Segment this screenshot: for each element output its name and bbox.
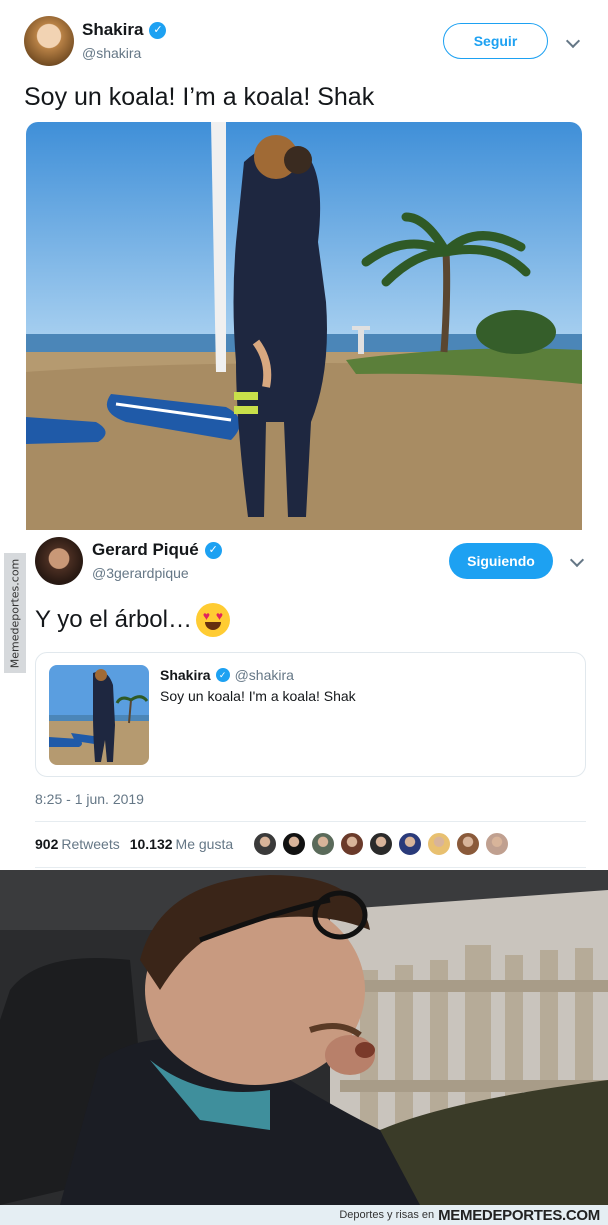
footer-brand[interactable]: MEMEDEPORTES.COM <box>438 1207 600 1224</box>
watermark-text: Memedeportes.com <box>8 558 22 668</box>
tweet-text: Soy un koala! I’m a koala! Shak <box>24 83 375 111</box>
liker-avatar[interactable] <box>369 832 393 856</box>
liker-avatar[interactable] <box>427 832 451 856</box>
following-button[interactable]: Siguiendo <box>449 543 553 579</box>
retweets-count: 902 <box>35 836 59 852</box>
quoted-author-name[interactable]: Shakira <box>160 667 211 683</box>
pique-handle[interactable]: @3gerardpique <box>92 565 189 581</box>
pique-avatar[interactable] <box>35 537 83 585</box>
reaction-photo <box>0 870 608 1205</box>
divider <box>35 867 586 868</box>
pique-display-name[interactable]: Gerard Piqué <box>92 540 199 560</box>
liker-avatar[interactable] <box>253 832 277 856</box>
chevron-down-icon[interactable] <box>565 33 581 49</box>
chevron-down-icon[interactable] <box>569 552 585 568</box>
site-footer: Deportes y risas en MEMEDEPORTES.COM <box>0 1205 608 1225</box>
footer-tagline: Deportes y risas en <box>339 1209 435 1221</box>
liker-avatars <box>253 832 509 856</box>
likes-label: Me gusta <box>175 836 234 852</box>
quoted-tweet-card[interactable]: Shakira ✓ @shakira Soy un koala! I'm a k… <box>35 652 586 777</box>
follow-button[interactable]: Seguir <box>443 23 548 59</box>
quoted-tweet-thumbnail[interactable] <box>49 665 149 765</box>
liker-avatar[interactable] <box>282 832 306 856</box>
heart-eyes-emoji-icon: ♥ ♥ <box>195 603 230 637</box>
shakira-name-row: Shakira ✓ <box>82 20 167 40</box>
liker-avatar[interactable] <box>398 832 422 856</box>
divider <box>35 821 586 822</box>
tweet-timestamp[interactable]: 8:25 - 1 jun. 2019 <box>35 791 144 807</box>
site-watermark: Memedeportes.com <box>4 553 26 673</box>
shakira-display-name[interactable]: Shakira <box>82 20 143 40</box>
shakira-avatar[interactable] <box>24 16 74 66</box>
liker-avatar[interactable] <box>340 832 364 856</box>
liker-avatar[interactable] <box>311 832 335 856</box>
liker-avatar[interactable] <box>456 832 480 856</box>
verified-badge-icon: ✓ <box>204 541 222 559</box>
likes-stat[interactable]: 10.132 Me gusta <box>130 836 233 852</box>
verified-badge-icon: ✓ <box>149 21 167 39</box>
verified-badge-icon: ✓ <box>215 668 230 682</box>
shakira-tweet: Shakira ✓ @shakira Seguir Soy un koala! … <box>0 0 608 530</box>
retweets-label: Retweets <box>61 836 120 852</box>
retweets-stat[interactable]: 902 Retweets <box>35 836 120 852</box>
liker-avatar[interactable] <box>485 832 509 856</box>
reply-tweet-text: Y yo el árbol… ♥ ♥ <box>35 603 230 637</box>
tweet-photo[interactable] <box>26 122 582 530</box>
quoted-tweet-text: Soy un koala! I'm a koala! Shak <box>160 688 356 704</box>
engagement-stats: 902 Retweets 10.132 Me gusta <box>35 836 233 852</box>
quoted-author-row: Shakira ✓ @shakira <box>160 667 294 683</box>
likes-count: 10.132 <box>129 836 173 852</box>
quoted-author-handle[interactable]: @shakira <box>235 667 294 683</box>
shakira-handle[interactable]: @shakira <box>82 45 141 61</box>
reply-text: Y yo el árbol… <box>35 606 192 633</box>
pique-name-row: Gerard Piqué ✓ <box>92 540 222 560</box>
